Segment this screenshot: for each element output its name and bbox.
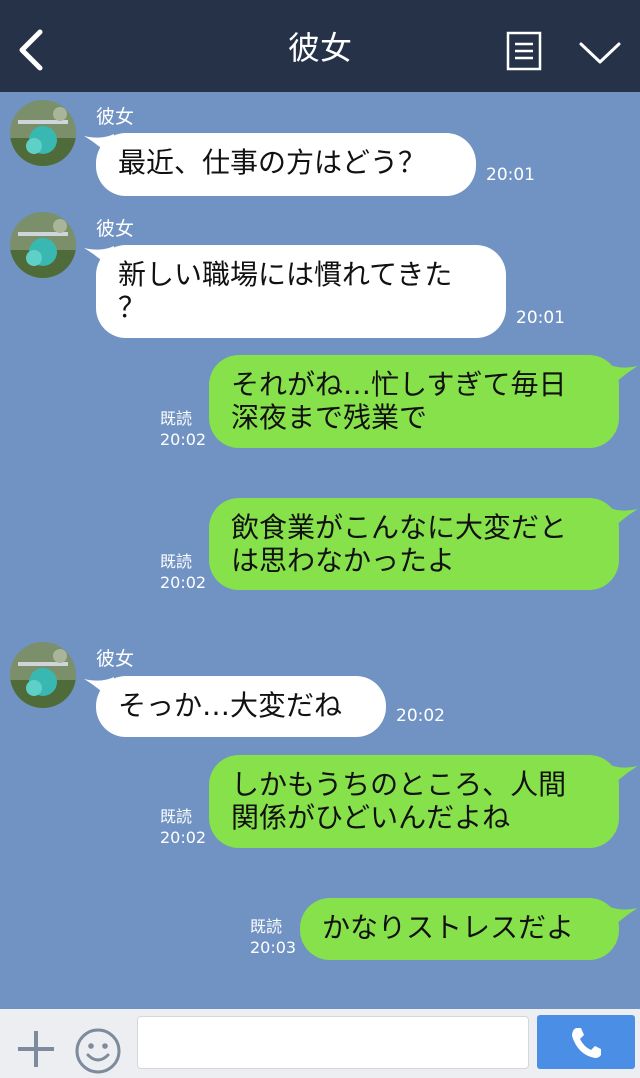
message-meta: 既読 20:02	[160, 806, 206, 848]
sender-name: 彼女	[96, 106, 135, 128]
bubble-tail	[608, 507, 638, 533]
message-text: は思わなかったよ	[231, 544, 456, 577]
input-bar	[0, 1009, 640, 1078]
bubble-tail	[608, 764, 638, 790]
chevron-down-icon[interactable]	[578, 40, 622, 66]
message-input[interactable]	[137, 1016, 529, 1069]
message-time: 20:02	[396, 706, 445, 726]
message-text: 飲食業がこんなに大変だと	[231, 511, 568, 544]
message-meta: 既読 20:03	[250, 916, 296, 958]
message-text: かなりストレスだよ	[322, 911, 575, 944]
message-meta: 既読 20:02	[160, 551, 206, 593]
message-bubble[interactable]: 最近、仕事の方はどう？	[96, 133, 476, 196]
message-time: 20:02	[160, 430, 207, 449]
bubble-tail	[608, 364, 638, 390]
chat-title: 彼女	[287, 29, 352, 67]
avatar[interactable]	[10, 212, 76, 278]
message-time: 20:02	[160, 573, 207, 592]
call-button[interactable]	[537, 1015, 635, 1069]
message-meta: 既読 20:02	[160, 408, 206, 450]
message-time: 20:02	[160, 828, 207, 847]
message-time: 20:03	[250, 938, 297, 957]
read-receipt: 既読	[160, 409, 193, 428]
message-bubble[interactable]: そっか…大変だね	[96, 676, 386, 737]
chat-area[interactable]: 彼女 最近、仕事の方はどう？ 20:01 彼女 新しい職場には慣れてきた ？ 2…	[0, 92, 640, 1009]
read-receipt: 既読	[250, 917, 283, 936]
sender-name: 彼女	[96, 648, 135, 670]
message-text: 最近、仕事の方はどう？	[118, 146, 427, 179]
message-text: そっか…大変だね	[118, 689, 343, 722]
bubble-tail	[608, 906, 638, 932]
plus-icon[interactable]	[16, 1029, 56, 1069]
message-bubble[interactable]: かなりストレスだよ	[300, 898, 619, 960]
message-text: ？	[118, 291, 147, 324]
message-bubble[interactable]: しかもうちのところ、人間 関係がひどいんだよね	[209, 755, 619, 848]
phone-icon	[572, 1028, 601, 1058]
message-text: 関係がひどいんだよね	[231, 801, 511, 834]
message-time: 20:01	[486, 165, 535, 185]
avatar[interactable]	[10, 642, 76, 708]
message-text: それがね…忙しすぎて毎日	[231, 368, 567, 401]
avatar[interactable]	[10, 100, 76, 166]
chat-header: 彼女	[0, 0, 640, 92]
smiley-icon[interactable]	[74, 1027, 122, 1075]
read-receipt: 既読	[160, 807, 193, 826]
message-text: しかもうちのところ、人間	[231, 768, 567, 801]
message-text: 深夜まで残業で	[231, 401, 428, 434]
message-bubble[interactable]: それがね…忙しすぎて毎日 深夜まで残業で	[209, 355, 619, 448]
read-receipt: 既読	[160, 552, 193, 571]
message-text: 新しい職場には慣れてきた	[118, 258, 453, 291]
note-icon[interactable]	[506, 31, 542, 71]
message-bubble[interactable]: 飲食業がこんなに大変だと は思わなかったよ	[209, 498, 619, 590]
message-bubble[interactable]: 新しい職場には慣れてきた ？	[96, 245, 506, 338]
sender-name: 彼女	[96, 218, 135, 240]
message-time: 20:01	[516, 308, 565, 328]
